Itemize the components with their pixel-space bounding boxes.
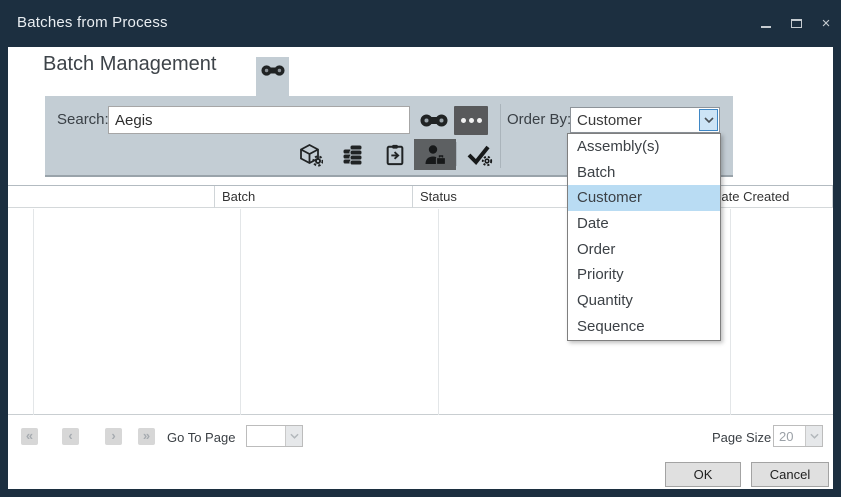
package-settings-button[interactable]: [298, 142, 324, 168]
clipboard-arrow-icon: [384, 143, 406, 167]
search-button[interactable]: [419, 110, 449, 130]
order-by-label: Order By:: [507, 111, 571, 128]
coin-stack-button[interactable]: [340, 142, 366, 168]
last-page-button[interactable]: »: [138, 428, 155, 445]
window-title: Batches from Process: [17, 14, 168, 31]
panel-divider: [500, 104, 501, 168]
dropdown-option[interactable]: Order: [568, 237, 720, 263]
dropdown-option[interactable]: Batch: [568, 160, 720, 186]
dropdown-option[interactable]: Sequence: [568, 314, 720, 340]
close-button[interactable]: ×: [811, 9, 841, 39]
order-by-combobox[interactable]: Customer: [570, 107, 720, 133]
page-title: Batch Management: [43, 53, 216, 76]
order-by-value: Customer: [571, 112, 699, 129]
grid-column-line: [730, 209, 731, 415]
dropdown-option[interactable]: Priority: [568, 262, 720, 288]
last-page-icon: »: [143, 429, 150, 442]
grid-column-line: [240, 209, 241, 415]
go-to-page-label: Go To Page: [167, 430, 235, 445]
chevron-down-icon: [704, 117, 714, 123]
ellipsis-icon: [461, 118, 466, 123]
grid-column-line: [33, 209, 34, 415]
check-settings-icon: [466, 144, 493, 167]
next-page-icon: ›: [111, 429, 115, 442]
close-icon: ×: [822, 16, 831, 31]
go-to-page-value: [247, 426, 285, 446]
toolbar-divider: [456, 142, 457, 166]
previous-page-icon: ‹: [68, 429, 72, 442]
page-size-dropdown-button[interactable]: [805, 426, 822, 446]
previous-page-button[interactable]: ‹: [62, 428, 79, 445]
column-header[interactable]: [825, 186, 833, 208]
title-bar: Batches from Process ×: [0, 0, 841, 47]
tab-search[interactable]: [256, 57, 289, 96]
binoculars-icon: [261, 64, 285, 96]
column-header[interactable]: Date Created: [705, 186, 825, 208]
dropdown-option[interactable]: Customer: [568, 185, 720, 211]
dropdown-option[interactable]: Quantity: [568, 288, 720, 314]
minimize-icon: [761, 26, 771, 28]
page-size-label: Page Size: [712, 430, 771, 445]
maximize-icon: [791, 19, 802, 28]
go-to-page-dropdown-button[interactable]: [285, 426, 302, 446]
go-to-page-combobox[interactable]: [246, 425, 303, 447]
page-size-value: 20: [774, 426, 805, 446]
binoculars-icon: [420, 113, 448, 128]
customer-person-button[interactable]: [414, 139, 456, 170]
first-page-button[interactable]: «: [21, 428, 38, 445]
more-options-button[interactable]: [454, 106, 488, 135]
next-page-button[interactable]: ›: [105, 428, 122, 445]
chevron-down-icon: [810, 433, 819, 439]
cancel-button[interactable]: Cancel: [751, 462, 829, 487]
minimize-button[interactable]: [751, 9, 781, 39]
first-page-icon: «: [26, 429, 33, 442]
column-header[interactable]: [8, 186, 215, 208]
check-settings-button[interactable]: [466, 142, 492, 168]
search-input[interactable]: [108, 106, 410, 134]
package-settings-icon: [299, 143, 323, 167]
ok-button[interactable]: OK: [665, 462, 741, 487]
dropdown-option[interactable]: Assembly(s): [568, 134, 720, 160]
chevron-down-icon: [290, 433, 299, 439]
search-label: Search:: [57, 111, 109, 128]
order-by-dropdown-list: Assembly(s) Batch Customer Date Order Pr…: [567, 133, 721, 341]
maximize-button[interactable]: [781, 9, 811, 39]
dropdown-option[interactable]: Date: [568, 211, 720, 237]
customer-person-icon: [422, 143, 448, 167]
coin-stack-icon: [341, 143, 365, 167]
column-header[interactable]: Batch: [215, 186, 413, 208]
batches-from-process-window: Batches from Process × Batch Management: [0, 0, 841, 497]
dialog-content: Batch Management Search:: [8, 47, 833, 489]
combo-dropdown-button[interactable]: [699, 109, 718, 131]
grid-column-line: [438, 209, 439, 415]
page-size-combobox[interactable]: 20: [773, 425, 823, 447]
window-controls: ×: [751, 0, 841, 47]
clipboard-arrow-button[interactable]: [382, 142, 408, 168]
